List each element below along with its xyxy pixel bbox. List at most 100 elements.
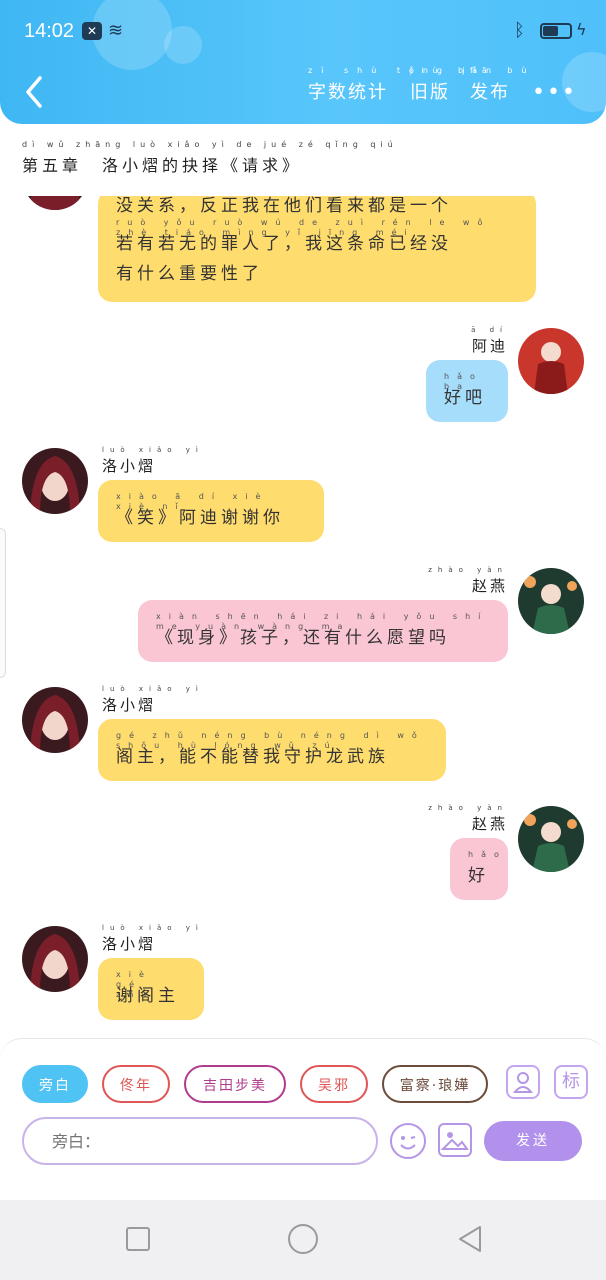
back-icon: [26, 76, 42, 108]
speaker-name: luò xiǎo yì 洛小熠: [102, 446, 204, 476]
message-bubble[interactable]: xiào ā dí xiè xiè nǐ 《笑》阿迪谢谢你: [98, 480, 324, 542]
mark-button[interactable]: 标: [554, 1065, 588, 1099]
back-button[interactable]: [20, 74, 50, 110]
speaker-pinyin: luò xiǎo yì: [102, 446, 204, 454]
emoji-icon: [400, 1136, 416, 1150]
mark-icon: 标: [562, 1071, 580, 1092]
avatar[interactable]: [22, 926, 88, 992]
speaker-label: 洛小熠: [102, 935, 157, 953]
avatar[interactable]: [518, 328, 584, 394]
avatar-girl-red-hair: [22, 448, 88, 514]
nav-square-icon[interactable]: [126, 1227, 150, 1251]
message-pinyin: xiàn shēn hái zi hái yǒu shí me yuàn wàn…: [156, 612, 489, 631]
send-label: 发送: [516, 1133, 550, 1149]
speaker-name: luò xiǎo yì 洛小熠: [102, 685, 204, 715]
avatar[interactable]: [518, 568, 584, 634]
nav-circle-icon[interactable]: [288, 1224, 318, 1254]
avatar-woman-lanterns: [518, 568, 584, 634]
speaker-pinyin: luò xiǎo yì: [102, 685, 204, 693]
message-text: 阁主，能不能替我守护龙武族: [116, 747, 389, 767]
speaker-label: 赵燕: [471, 815, 508, 833]
word-count-label: 字数统计: [308, 82, 388, 103]
character-chip-narration[interactable]: 旁白: [22, 1065, 88, 1103]
chip-label: 富察·琅嬅: [399, 1078, 471, 1094]
speaker-label: 赵燕: [471, 577, 508, 595]
avatar[interactable]: [22, 687, 88, 753]
person-icon: [512, 1072, 534, 1093]
charging-icon: ϟ: [576, 20, 587, 39]
speaker-label: 洛小熠: [102, 457, 157, 475]
avatar-girl-red-hair: [22, 196, 88, 210]
character-chip[interactable]: 富察·琅嬅: [382, 1065, 488, 1103]
message-text: 好: [468, 866, 489, 886]
status-bar: 14:02 ✕ ≋ ᛒ ϟ: [24, 18, 587, 46]
top-header: 14:02 ✕ ≋ ᛒ ϟ zì shù tǒng jì 字数统计 jiù bǎ…: [0, 0, 606, 124]
chat-message-list[interactable]: 没关系，反正我在他们看来都是一个 ruò yǒu ruò wú de zuì r…: [0, 196, 606, 1038]
message-bubble[interactable]: xiàn shēn hái zi hái yǒu shí me yuàn wàn…: [138, 600, 508, 662]
old-version-button[interactable]: jiù bǎn 旧版: [410, 66, 491, 104]
speaker-pinyin: ā dí: [471, 326, 508, 334]
message-pinyin: xiè gé zhǔ: [116, 970, 155, 999]
message-pinyin: gé zhǔ néng bù néng dì wǒ shǒu hù lóng w…: [116, 731, 425, 750]
message-bubble[interactable]: gé zhǔ néng bù néng dì wǒ shǒu hù lóng w…: [98, 719, 446, 781]
compose-panel: 旁白 佟年 吉田步美 吴邪 富察·琅嬅 标 发送: [0, 1038, 606, 1200]
avatar-girl-red-hair: [22, 926, 88, 992]
speaker-pinyin: zhào yàn: [428, 804, 508, 812]
message-line: 若有若无的罪人了，我这条命已经没: [116, 234, 452, 254]
speaker-label: 洛小熠: [102, 696, 157, 714]
speaker-pinyin: luò xiǎo yì: [102, 924, 204, 932]
word-count-button[interactable]: zì shù tǒng jì 字数统计: [308, 66, 476, 104]
publish-pinyin: fā bù: [470, 66, 536, 75]
message-text: 《笑》阿迪谢谢你: [116, 508, 284, 528]
chip-label: 佟年: [120, 1078, 152, 1094]
notification-icon: ✕: [82, 22, 102, 40]
avatar[interactable]: [518, 806, 584, 872]
speaker-name: luò xiǎo yì 洛小熠: [102, 924, 204, 954]
message-bubble[interactable]: hǎo 好: [450, 838, 508, 900]
avatar[interactable]: [22, 448, 88, 514]
avatar[interactable]: [22, 196, 88, 210]
message-pinyin: xiào ā dí xiè xiè nǐ: [116, 492, 269, 511]
chip-label: 吉田步美: [203, 1078, 267, 1094]
character-chip[interactable]: 吉田步美: [184, 1065, 286, 1103]
image-icon: [440, 1132, 469, 1150]
image-button[interactable]: [438, 1123, 472, 1157]
message-bubble[interactable]: xiè gé zhǔ 谢阁主: [98, 958, 204, 1020]
message-input-wrapper[interactable]: [22, 1117, 378, 1165]
chapter-text: 第五章 洛小熠的抉择《请求》: [22, 156, 303, 175]
bluetooth-icon: ᛒ: [514, 20, 525, 41]
speaker-name: zhào yàn 赵燕: [428, 566, 508, 596]
avatar-woman-red-robe: [518, 328, 584, 394]
character-chip[interactable]: 吴邪: [300, 1065, 368, 1103]
wifi-icon: ≋: [108, 20, 124, 41]
character-chip[interactable]: 佟年: [102, 1065, 170, 1103]
message-bubble[interactable]: 没关系，反正我在他们看来都是一个 ruò yǒu ruò wú de zuì r…: [98, 196, 536, 302]
speaker-label: 阿迪: [471, 337, 508, 355]
publish-label: 发布: [470, 82, 510, 103]
speaker-pinyin: zhào yàn: [428, 566, 508, 574]
status-time: 14:02: [24, 20, 75, 42]
chapter-pinyin: dì wǔ zhāng luò xiǎo yì de jué zé qǐng q…: [22, 140, 398, 149]
more-menu-button[interactable]: •••: [532, 80, 577, 105]
speaker-name: ā dí 阿迪: [471, 326, 508, 356]
avatar-woman-lanterns: [518, 806, 584, 872]
publish-button[interactable]: fā bù 发布: [470, 66, 526, 104]
chip-label: 旁白: [39, 1078, 71, 1094]
avatar-girl-red-hair: [22, 687, 88, 753]
message-pinyin: hǎo ba: [444, 372, 483, 391]
message-text: 好吧: [444, 388, 486, 408]
message-pinyin: ruò yǒu ruò wú de zuì rén le wǒ zhè tiáo…: [116, 218, 491, 237]
message-text: 谢阁主: [116, 986, 179, 1006]
message-line: 有什么重要性了: [116, 264, 263, 284]
message-pinyin: hǎo: [468, 850, 507, 859]
chip-label: 吴邪: [318, 1078, 350, 1094]
battery-icon: [540, 23, 572, 39]
person-button[interactable]: [506, 1065, 540, 1099]
emoji-button[interactable]: [390, 1123, 426, 1159]
system-nav-bar: [0, 1200, 606, 1280]
message-input[interactable]: [24, 1119, 376, 1163]
message-bubble[interactable]: hǎo ba 好吧: [426, 360, 508, 422]
nav-back-icon[interactable]: [456, 1224, 484, 1254]
old-version-label: 旧版: [410, 82, 450, 103]
send-button[interactable]: 发送: [484, 1121, 582, 1161]
